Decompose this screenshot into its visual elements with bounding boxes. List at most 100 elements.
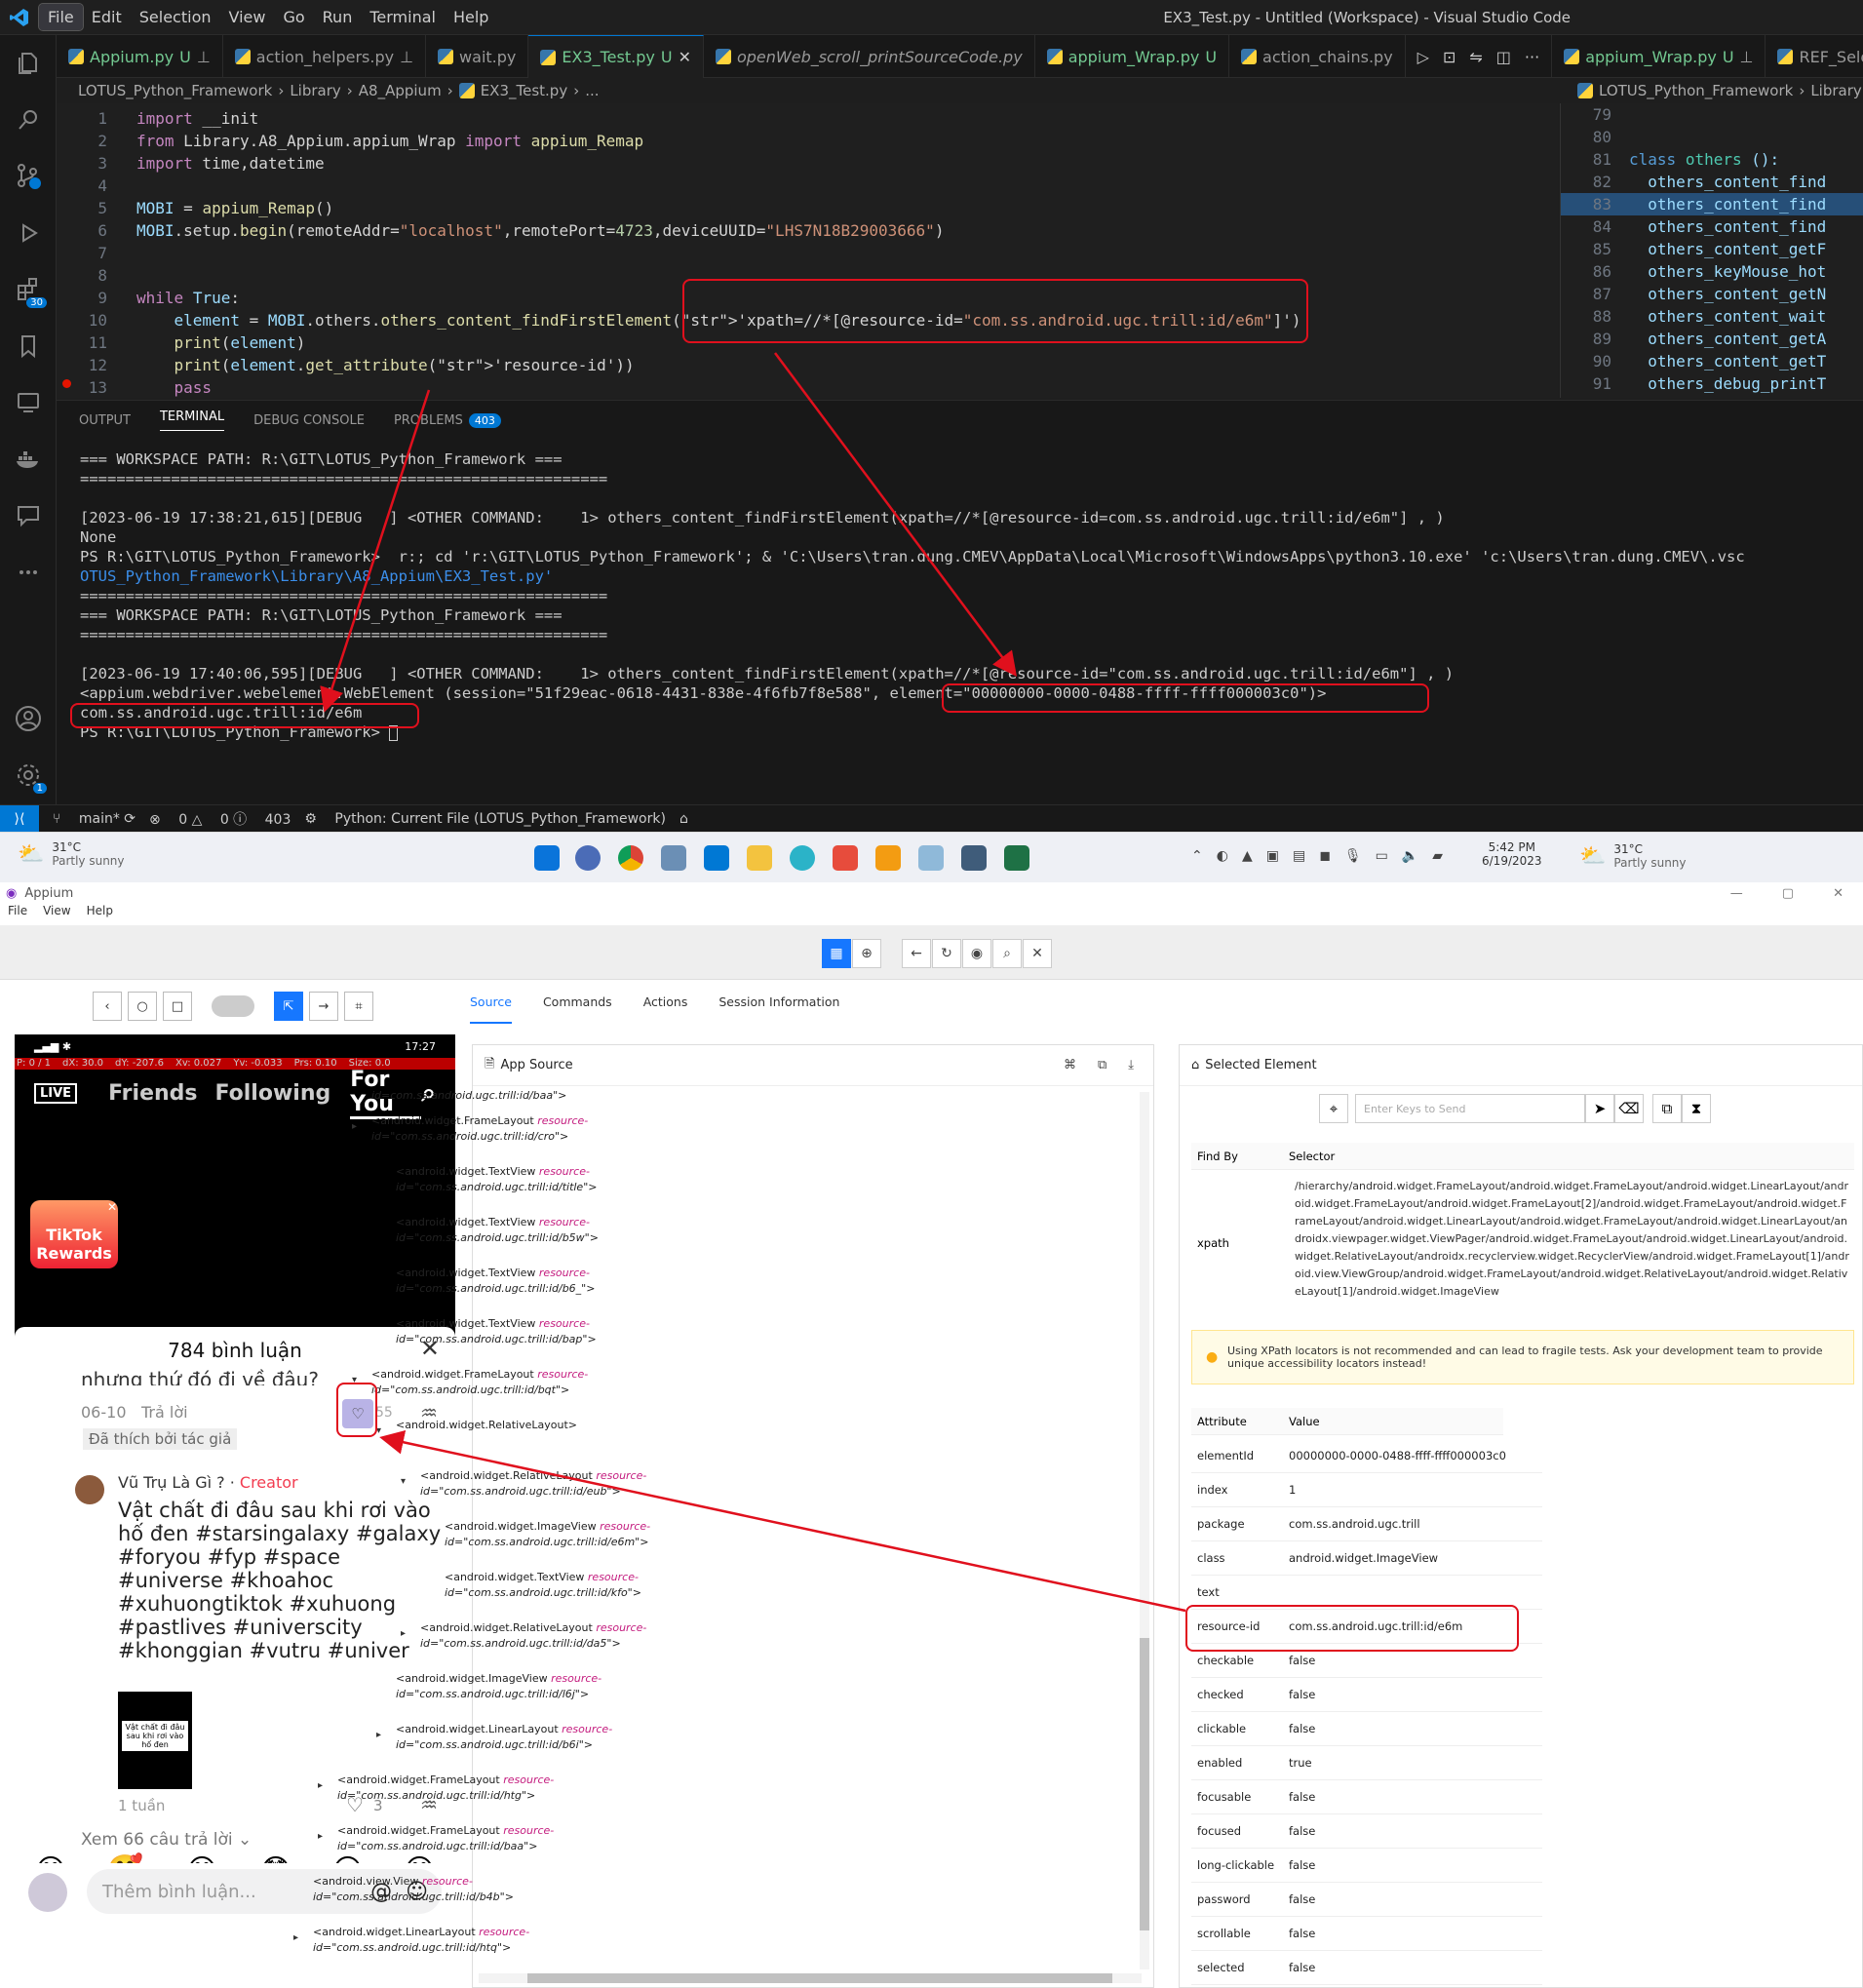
tab-actions[interactable]: Actions	[643, 994, 688, 1024]
debug-run-icon[interactable]: ⊡	[1443, 48, 1455, 66]
tab-action-helpers-py[interactable]: action_helpers.py ⊥	[223, 35, 427, 78]
tab-terminal[interactable]: TERMINAL	[159, 409, 225, 431]
code-line[interactable]: 91 others_debug_printT	[1561, 372, 1863, 395]
copy-attributes-icon[interactable]: ⧉	[1652, 1094, 1682, 1123]
extensions-icon[interactable]: 30	[0, 261, 57, 318]
tray-icon[interactable]: ▤	[1293, 848, 1305, 864]
quit-session-icon[interactable]: ✕	[1023, 939, 1052, 968]
send-icon[interactable]: ➤	[1585, 1094, 1614, 1123]
native-mode-icon[interactable]: ▦	[822, 939, 851, 968]
tray-icon[interactable]: ▲	[1242, 848, 1253, 864]
run-icon[interactable]: ▷	[1417, 48, 1429, 66]
source-node[interactable]: <android.widget.FrameLayout resource-id=…	[337, 1823, 554, 1854]
excel-icon[interactable]	[1004, 845, 1029, 871]
code-line[interactable]: 82 others_content_find	[1561, 171, 1863, 193]
home-icon[interactable]: ⌂	[679, 811, 688, 827]
menu-go[interactable]: Go	[274, 4, 313, 30]
attribute-row[interactable]: scrollable false	[1191, 1917, 1542, 1951]
more-icon[interactable]	[0, 544, 57, 601]
code-editor[interactable]: 1 import __init 2 from Library.A8_Appium.ap…	[57, 103, 1558, 398]
code-line[interactable]: 4	[57, 175, 1558, 197]
tab-following[interactable]: Following	[215, 1081, 331, 1106]
toggle-attributes-icon[interactable]: ⌘	[1064, 1058, 1076, 1072]
tab-wait-py[interactable]: wait.py	[426, 35, 529, 78]
source-node[interactable]: <android.widget.FrameLayout resource-id=…	[371, 1367, 588, 1398]
video-thumbnail[interactable]: Vật chất đi đâu sau khi rơi vào hố đen	[118, 1692, 192, 1789]
code-line[interactable]: 89 others_content_getA	[1561, 328, 1863, 350]
tree-caret-icon[interactable]: ▸	[352, 1121, 357, 1132]
code-line[interactable]: 90 others_content_getT	[1561, 350, 1863, 372]
timing-icon[interactable]: ⧗	[1682, 1094, 1711, 1123]
scrollbar-vertical[interactable]	[1140, 1092, 1149, 1969]
minimize-icon[interactable]: —	[1730, 886, 1743, 901]
breakpoint-icon[interactable]	[62, 379, 71, 388]
source-node[interactable]: <android.widget.TextView resource-id="co…	[396, 1215, 599, 1246]
explorer-icon[interactable]	[0, 35, 57, 92]
code-line[interactable]: 85 others_content_getF	[1561, 238, 1863, 260]
menu-run[interactable]: Run	[314, 4, 362, 30]
account-icon[interactable]	[0, 690, 57, 747]
back-icon[interactable]: ←	[902, 939, 931, 968]
chevron-up-icon[interactable]: ⌃	[1191, 848, 1203, 864]
web-mode-icon[interactable]: ⊕	[852, 939, 881, 968]
reply-button[interactable]: Trả lời	[141, 1403, 188, 1422]
vscode-taskbar-icon[interactable]	[704, 845, 729, 871]
compare-icon[interactable]: ⇋	[1469, 48, 1482, 66]
source-control-icon[interactable]	[0, 148, 57, 205]
network-icon[interactable]: ▭	[1376, 848, 1388, 864]
chrome-icon[interactable]	[618, 845, 643, 871]
weather-widget-right[interactable]: ⛅ 31°C Partly sunny	[1579, 842, 1687, 870]
source-node[interactable]: <android.widget.TextView resource-id="co…	[445, 1570, 641, 1601]
volume-icon[interactable]: 🔈	[1402, 848, 1418, 864]
maximize-icon[interactable]: ▢	[1782, 886, 1794, 901]
device-back-icon[interactable]: ‹	[93, 992, 122, 1021]
tab-debug-console[interactable]: DEBUG CONSOLE	[253, 413, 365, 428]
start-icon[interactable]	[534, 845, 560, 871]
code-line[interactable]: 3 import time,datetime	[57, 152, 1558, 175]
attribute-row[interactable]: focused false	[1191, 1814, 1542, 1849]
tree-caret-icon[interactable]: ▸	[401, 1628, 406, 1639]
attribute-row[interactable]: elementId 00000000-0000-0488-ffff-ffff000…	[1191, 1439, 1542, 1473]
code-line[interactable]: 12 print(element.get_attribute("str">'re…	[57, 354, 1558, 376]
menu-help[interactable]: Help	[445, 4, 497, 30]
tiktok-rewards-badge[interactable]: TikTok Rewards	[30, 1200, 118, 1268]
menu-file[interactable]: File	[38, 3, 84, 31]
copy-xml-icon[interactable]: ⧉	[1098, 1058, 1106, 1072]
attribute-row[interactable]: index 1	[1191, 1473, 1542, 1507]
close-icon[interactable]: ✕	[107, 1200, 117, 1214]
xpath-selector[interactable]: /hierarchy/android.widget.FrameLayout/an…	[1295, 1178, 1850, 1301]
tab-friends[interactable]: Friends	[108, 1081, 197, 1106]
tab-output[interactable]: OUTPUT	[79, 413, 131, 428]
menu-view[interactable]: View	[220, 4, 275, 30]
code-line[interactable]: 86 others_keyMouse_hot	[1561, 260, 1863, 283]
app-icon[interactable]	[661, 845, 686, 871]
comment-author[interactable]: Vũ Trụ Là Gì ? · Creator	[118, 1473, 298, 1492]
tab-source[interactable]: Source	[470, 994, 512, 1024]
file-explorer-icon[interactable]	[747, 845, 772, 871]
select-element-icon[interactable]: ⇱	[274, 992, 303, 1021]
send-keys-input[interactable]: Enter Keys to Send	[1355, 1094, 1585, 1123]
code-line[interactable]: 81 class others ():	[1561, 148, 1863, 171]
clear-icon[interactable]: ⌫	[1614, 1094, 1644, 1123]
bookmark-icon[interactable]	[0, 318, 57, 374]
source-node[interactable]: id=com.ss.android.ugc.trill:id/baa">	[371, 1088, 566, 1104]
close-tab-icon[interactable]: ✕	[679, 48, 691, 66]
code-editor-right[interactable]: 79 80 81 class others (): 82 others_content_…	[1560, 103, 1863, 398]
attribute-row[interactable]: long-clickable false	[1191, 1849, 1542, 1883]
download-icon[interactable]: ⤓	[1128, 1058, 1134, 1072]
attribute-row[interactable]: package com.ss.android.ugc.trill	[1191, 1507, 1542, 1541]
view-replies-button[interactable]: Xem 66 câu trả lời ⌄	[81, 1830, 252, 1850]
tab-ex3-test-py[interactable]: EX3_Test.py U ✕	[528, 35, 704, 78]
tab-right-ref-selenium[interactable]: REF_Seleni	[1766, 35, 1863, 78]
app-icon[interactable]	[833, 845, 858, 871]
source-node[interactable]: <android.widget.ImageView resource-id="c…	[445, 1519, 650, 1550]
menu-terminal[interactable]: Terminal	[361, 4, 445, 30]
attribute-row[interactable]: enabled true	[1191, 1746, 1542, 1780]
clock[interactable]: 5:42 PM 6/19/2023	[1482, 840, 1542, 868]
app-icon[interactable]	[575, 845, 601, 871]
code-line[interactable]: 7	[57, 242, 1558, 264]
code-line[interactable]: 79	[1561, 103, 1863, 126]
comments-icon[interactable]	[0, 487, 57, 544]
eye-icon[interactable]: ◉	[962, 939, 991, 968]
code-line[interactable]: 1 import __init	[57, 107, 1558, 130]
